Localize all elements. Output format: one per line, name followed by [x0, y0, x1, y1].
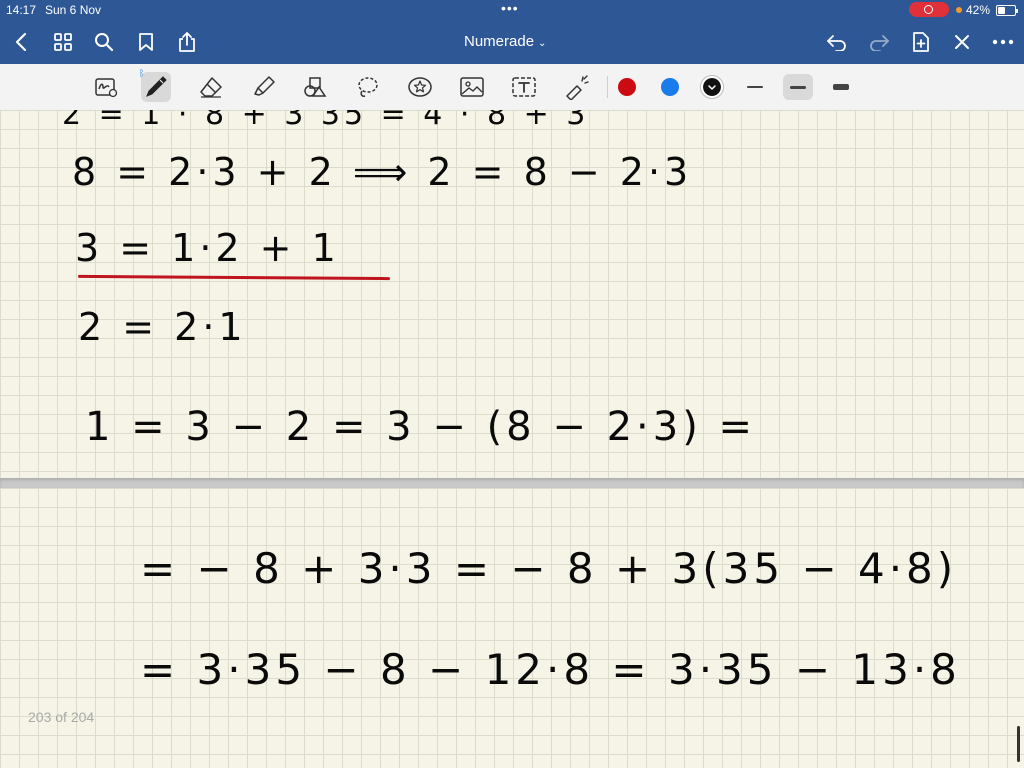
- close-icon: [955, 35, 969, 49]
- redo-button[interactable]: [867, 30, 891, 54]
- pen-tool[interactable]: ᛒ: [139, 68, 171, 102]
- color-swatch-blue[interactable]: [661, 78, 679, 96]
- status-date: Sun 6 Nov: [45, 3, 102, 17]
- battery-icon: [996, 5, 1018, 16]
- chevron-left-icon: [15, 32, 27, 52]
- handwriting-line: 8 = 2·3 + 2 ⟹ 2 = 8 − 2·3: [72, 150, 693, 194]
- document-title-button[interactable]: Numerade ⌄: [464, 33, 546, 50]
- redo-icon: [870, 35, 889, 51]
- pen-icon: [146, 76, 167, 97]
- lasso-tool[interactable]: [352, 72, 382, 102]
- close-button[interactable]: [950, 30, 974, 54]
- bookmark-button[interactable]: [134, 30, 158, 54]
- grid-icon: [54, 33, 72, 51]
- battery-percentage: 42%: [966, 3, 991, 17]
- status-bar: 14:17 Sun 6 Nov ••• 42%: [0, 0, 1024, 20]
- handwriting-line: = − 8 + 3·3 = − 8 + 3(35 − 4·8): [140, 544, 958, 593]
- share-button[interactable]: [175, 30, 199, 54]
- lasso-icon: [358, 77, 378, 97]
- more-button[interactable]: [991, 30, 1015, 54]
- document-title: Numerade: [464, 33, 535, 50]
- shapes-tool[interactable]: [300, 72, 330, 102]
- undo-icon: [827, 35, 846, 51]
- laser-pointer-tool[interactable]: [561, 72, 591, 102]
- scrollbar-thumb[interactable]: [1017, 726, 1020, 762]
- text-tool[interactable]: [509, 72, 539, 102]
- laser-pointer-icon: [566, 75, 589, 100]
- stroke-thick-button[interactable]: [826, 74, 856, 100]
- color-swatch-red[interactable]: [618, 78, 636, 96]
- grid-view-button[interactable]: [51, 30, 75, 54]
- sticker-icon: [408, 77, 432, 97]
- image-icon: [460, 77, 484, 97]
- bookmark-icon: [139, 33, 153, 51]
- toolbar-divider: [607, 76, 608, 98]
- stroke-thin-button[interactable]: [740, 74, 770, 100]
- handwriting-line: 1 = 3 − 2 = 3 − (8 − 2·3) =: [85, 404, 757, 450]
- handwriting-line: 3 = 1·2 + 1: [75, 226, 340, 270]
- highlighter-tool[interactable]: [249, 72, 279, 102]
- handwriting-lasso-tool[interactable]: [91, 72, 121, 102]
- eraser-icon: [200, 77, 222, 98]
- shapes-icon: [304, 77, 327, 97]
- screen-recording-icon[interactable]: [909, 2, 949, 17]
- sticker-tool[interactable]: [405, 72, 435, 102]
- add-page-button[interactable]: [909, 30, 933, 54]
- top-bar: 14:17 Sun 6 Nov ••• 42% Numerade ⌄: [0, 0, 1024, 64]
- handwriting-line: = 3·35 − 8 − 12·8 = 3·35 − 13·8: [140, 645, 961, 694]
- back-button[interactable]: [9, 30, 33, 54]
- drawing-toolbar: ᛒ: [0, 64, 1024, 111]
- add-page-icon: [913, 32, 929, 52]
- search-icon: [95, 33, 114, 52]
- bluetooth-icon: ᛒ: [139, 68, 145, 78]
- chevron-down-icon: [708, 85, 716, 91]
- lasso-handwriting-icon: [95, 78, 118, 98]
- multitasking-dots-icon[interactable]: •••: [501, 0, 519, 16]
- image-tool[interactable]: [457, 72, 487, 102]
- microphone-indicator-icon: [956, 7, 962, 13]
- eraser-tool[interactable]: [196, 72, 226, 102]
- stroke-medium-button[interactable]: [783, 74, 813, 100]
- share-icon: [179, 32, 195, 52]
- page-separator: [0, 478, 1024, 488]
- search-button[interactable]: [92, 30, 116, 54]
- notebook-page[interactable]: [0, 488, 1024, 768]
- undo-button[interactable]: [825, 30, 849, 54]
- handwriting-line: 2 = 2·1: [78, 305, 247, 349]
- more-icon: [992, 39, 1014, 45]
- chevron-down-icon: ⌄: [538, 38, 547, 49]
- text-icon: [512, 77, 536, 97]
- page-indicator: 203 of 204: [28, 709, 95, 725]
- highlighter-icon: [254, 76, 275, 96]
- color-swatch-black[interactable]: [701, 76, 723, 98]
- status-time: 14:17: [6, 3, 37, 17]
